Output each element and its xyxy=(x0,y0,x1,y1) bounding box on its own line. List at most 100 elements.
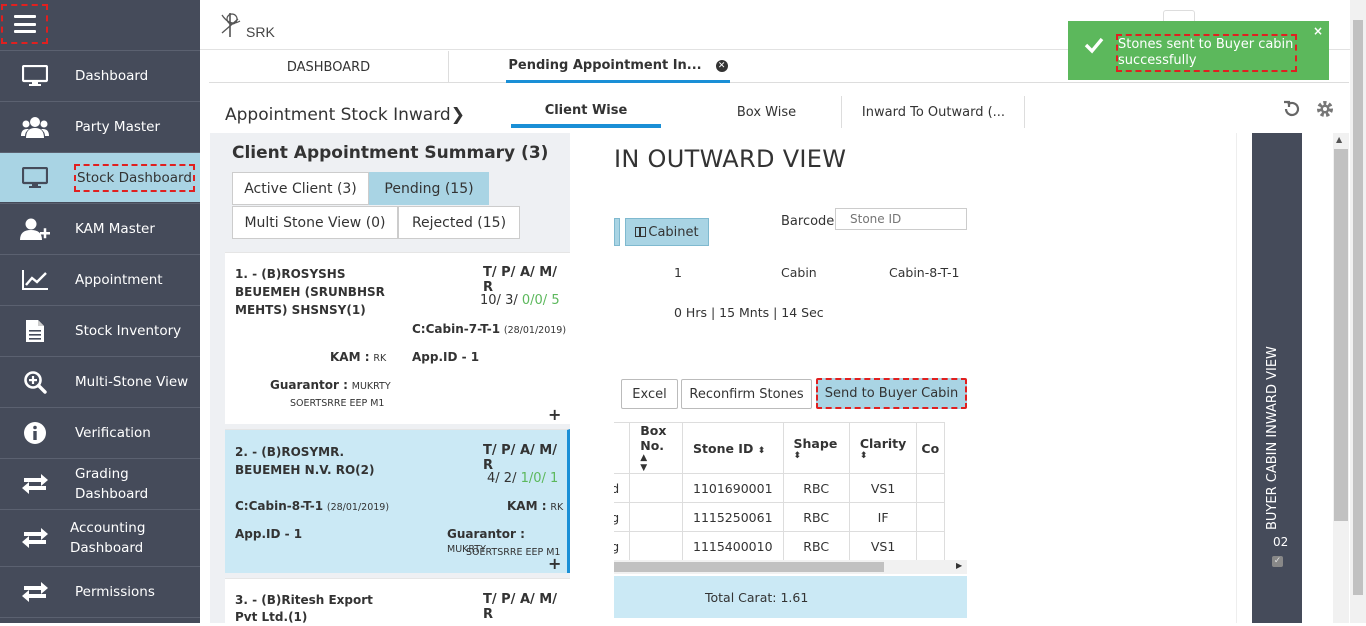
client-card-selected[interactable]: 2. - (B)ROSYMR. BEUEMEH N.V. RO(2) T/ P/… xyxy=(225,429,570,573)
sidebar-item-verification[interactable]: Verification xyxy=(0,407,200,457)
pending-button[interactable]: Pending (15) xyxy=(369,172,489,205)
total-carat-bar: Total Carat: 1.61 xyxy=(614,576,967,618)
button-label: Multi Stone View (0) xyxy=(244,214,386,231)
stones-table: Box No. ▲ ▼ Stone ID ⬍ Shape ⬍ Clarity ⬍ Co … xyxy=(614,422,967,574)
sidebar-item-stock-inventory[interactable]: Stock Inventory xyxy=(0,305,200,355)
buyer-cabin-label: BUYER CABIN INWARD VIEW xyxy=(1265,346,1280,530)
transfer-icon xyxy=(20,523,50,553)
send-to-buyer-cabin-button[interactable]: Send to Buyer Cabin xyxy=(816,378,967,409)
table-row[interactable]: ng 1115250061 RBC IF xyxy=(614,502,945,532)
sidebar-item-party-master[interactable]: Party Master xyxy=(0,101,200,151)
toast-message: Stones sent to Buyer cabin successfully xyxy=(1116,34,1297,72)
sidebar-item-grading-dashboard[interactable]: Grading Dashboard xyxy=(0,458,200,508)
reconfirm-stones-button[interactable]: Reconfirm Stones xyxy=(681,379,812,409)
tpamr-values: 10/ 3/ 0/0/ 5 xyxy=(480,293,560,308)
page-title: Appointment Stock Inward❯ xyxy=(225,105,465,125)
column-color[interactable]: Co xyxy=(916,422,945,474)
refresh-icon[interactable] xyxy=(1282,99,1302,123)
guarantor-info-2: SOERTSRRE EEP M1 xyxy=(290,398,385,409)
hamburger-icon[interactable] xyxy=(1,4,48,44)
tab-button-partial[interactable] xyxy=(614,218,620,246)
button-label: Excel xyxy=(632,386,667,402)
cabin-value: Cabin-8-T-1 xyxy=(889,265,960,280)
active-client-button[interactable]: Active Client (3) xyxy=(232,172,369,205)
sidebar-item-kam-master[interactable]: KAM Master xyxy=(0,203,200,253)
rejected-button[interactable]: Rejected (15) xyxy=(398,206,520,239)
sidebar-item-label: Stock Dashboard xyxy=(74,163,195,192)
subtab-client-wise[interactable]: Client Wise xyxy=(511,96,661,128)
sidebar-item-stock-dashboard[interactable]: Stock Dashboard xyxy=(0,152,200,202)
monitor-icon xyxy=(20,61,50,91)
kam-info: KAM : RK xyxy=(330,350,387,364)
subtab-box-wise[interactable]: Box Wise xyxy=(692,96,842,128)
multi-stone-view-button[interactable]: Multi Stone View (0) xyxy=(232,206,398,239)
sidebar-item-appointment[interactable]: Appointment xyxy=(0,254,200,304)
tab-label: DASHBOARD xyxy=(286,59,371,75)
plus-icon[interactable]: + xyxy=(548,405,561,424)
sidebar-item-label: Permissions xyxy=(75,583,155,600)
checkbox[interactable]: ✓ xyxy=(1272,556,1283,567)
sidebar-item-label: Accounting Dashboard xyxy=(70,520,146,556)
excel-button[interactable]: Excel xyxy=(621,379,678,409)
window-scrollbar[interactable] xyxy=(1350,0,1366,623)
zoom-in-icon xyxy=(20,367,50,397)
page-scrollbar[interactable]: ▲ xyxy=(1333,133,1349,623)
sidebar-item-multi-stone-view[interactable]: Multi-Stone View xyxy=(0,356,200,406)
total-carat: Total Carat: 1.61 xyxy=(705,590,809,605)
stone-id-input[interactable] xyxy=(835,208,967,230)
tab-label: Pending Appointment In... xyxy=(508,58,702,73)
plus-icon[interactable]: + xyxy=(548,554,561,573)
cabin-label: Cabin xyxy=(781,265,817,280)
client-name: 2. - (B)ROSYMR. BEUEMEH N.V. RO(2) xyxy=(235,445,375,477)
button-label: Cabinet xyxy=(648,224,699,240)
gutter xyxy=(1236,133,1252,623)
sidebar-item-dashboard[interactable]: Dashboard xyxy=(0,50,200,100)
app-id: App.ID - 1 xyxy=(412,350,480,364)
horizontal-scrollbar[interactable]: ▶ xyxy=(614,560,967,574)
page-title-text: Appointment Stock Inward xyxy=(225,105,451,125)
tab-dashboard[interactable]: DASHBOARD xyxy=(209,51,449,83)
column-box-no[interactable]: Box No. ▲ ▼ xyxy=(629,422,683,474)
client-name: 1. - (B)ROSYSHS BEUEMEH (SRUNBHSR MEHTS)… xyxy=(235,267,385,317)
tpamr-values: 4/ 2/ 1/0/ 1 xyxy=(487,471,559,486)
menu-toggle[interactable] xyxy=(0,0,200,50)
sidebar-item-label: Dashboard xyxy=(75,67,149,84)
close-icon[interactable]: ✕ xyxy=(715,59,728,72)
client-card[interactable]: 1. - (B)ROSYSHS BEUEMEH (SRUNBHSR MEHTS)… xyxy=(225,252,570,424)
transfer-icon xyxy=(20,577,50,607)
monitor-icon xyxy=(20,163,50,193)
sidebar-item-permissions[interactable]: Permissions xyxy=(0,566,200,616)
button-label: Active Client (3) xyxy=(244,180,357,197)
logo-icon xyxy=(221,13,241,37)
scrollbar-thumb[interactable] xyxy=(1353,20,1363,595)
gear-icon[interactable] xyxy=(1315,99,1335,123)
sidebar-item-label: Multi-Stone View xyxy=(75,373,189,390)
subtab-label: Box Wise xyxy=(736,104,797,120)
table-row[interactable]: ed 1101690001 RBC VS1 xyxy=(614,473,945,503)
stone-count: 1 xyxy=(674,265,682,280)
sidebar-item-accounting-dashboard[interactable]: Accounting Dashboard xyxy=(0,509,200,566)
chart-icon xyxy=(20,265,50,295)
timer: 0 Hrs | 15 Mnts | 14 Sec xyxy=(674,305,824,320)
client-name: 3. - (B)Ritesh Export Pvt Ltd.(1) xyxy=(235,593,373,624)
scrollbar-thumb[interactable] xyxy=(614,562,884,572)
column-clarity[interactable]: Clarity ⬍ xyxy=(848,422,918,474)
scrollbar-thumb[interactable] xyxy=(1334,149,1348,521)
kam-info: KAM : RK xyxy=(507,499,564,513)
tab-pending-appointment[interactable]: Pending Appointment In... ✕ xyxy=(506,51,730,83)
tpamr-label: T/ P/ A/ M/ R xyxy=(483,265,557,295)
client-card[interactable]: 3. - (B)Ritesh Export Pvt Ltd.(1) T/ P/ … xyxy=(225,578,570,624)
table-row[interactable]: ng 1115400010 RBC VS1 xyxy=(614,531,945,561)
subtab-inward-to-outward[interactable]: Inward To Outward (... xyxy=(843,96,1025,128)
users-icon xyxy=(20,112,50,142)
scroll-up-icon[interactable]: ▲ xyxy=(1336,135,1342,144)
column-stone-id[interactable]: Stone ID ⬍ xyxy=(682,422,784,474)
close-icon[interactable]: × xyxy=(1313,24,1323,38)
column-shape[interactable]: Shape ⬍ xyxy=(782,422,850,474)
button-label: Rejected (15) xyxy=(411,214,507,231)
cabinet-button[interactable]: Cabinet xyxy=(625,218,709,246)
add-user-icon xyxy=(20,214,50,244)
sidebar-item-label: Party Master xyxy=(75,118,161,135)
sidebar-item-label: Verification xyxy=(75,424,151,441)
scroll-right-icon[interactable]: ▶ xyxy=(956,561,962,570)
